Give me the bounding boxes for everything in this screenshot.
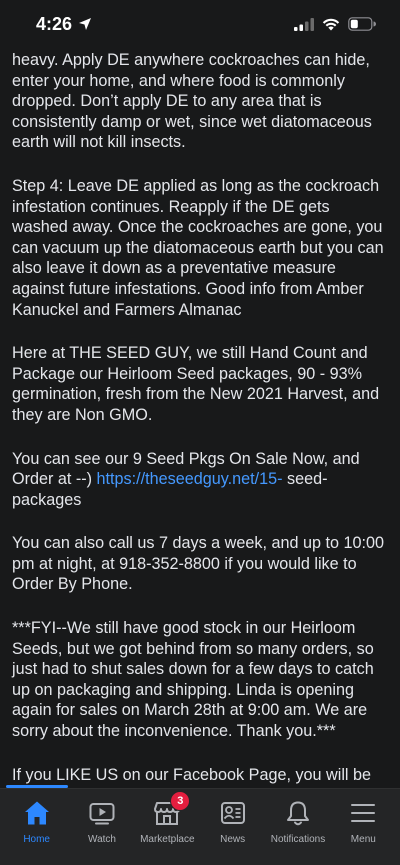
status-bar: 4:26 (0, 0, 400, 48)
post-paragraph: You can also call us 7 days a week, and … (12, 534, 389, 594)
menu-icon (348, 798, 378, 828)
seed-packages-link[interactable]: https://theseedguy.net/15- (97, 470, 283, 488)
marketplace-icon: 3 (152, 791, 191, 828)
post-paragraph: Step 4: Leave DE applied as long as the … (12, 176, 389, 319)
marketplace-badge: 3 (170, 791, 191, 811)
status-time-group: 4:26 (36, 14, 92, 35)
news-icon (218, 798, 248, 828)
order-paragraph: You can see our 9 Seed Pkgs On Sale Now,… (12, 449, 386, 511)
tab-label: Home (23, 834, 50, 845)
tab-label: Notifications (270, 834, 326, 845)
home-icon (22, 798, 52, 828)
tab-notifications[interactable]: Notifications (265, 789, 330, 865)
post-paragraph: Here at THE SEED GUY, we still Hand Coun… (12, 344, 384, 424)
tab-label: Menu (350, 834, 376, 845)
tab-watch[interactable]: Watch (69, 789, 134, 865)
location-arrow-icon (79, 18, 92, 30)
cellular-signal-icon (294, 17, 314, 31)
tab-label: Watch (88, 834, 116, 845)
post-body: heavy. Apply DE anywhere cockroaches can… (0, 48, 400, 788)
wifi-icon (322, 18, 340, 30)
tab-marketplace[interactable]: 3 Marketplace (135, 789, 200, 865)
status-icons (294, 17, 376, 31)
bell-icon (283, 798, 313, 828)
tab-news[interactable]: News (200, 789, 265, 865)
post-paragraph: If you LIKE US on our Facebook Page, you… (12, 765, 373, 788)
tab-label: Marketplace (140, 834, 195, 845)
status-time: 4:26 (36, 13, 73, 34)
tab-label: News (220, 834, 246, 845)
battery-icon (348, 17, 376, 31)
active-tab-indicator (6, 785, 68, 788)
post-paragraph: ***FYI--We still have good stock in our … (12, 619, 379, 741)
post-paragraph: heavy. Apply DE anywhere cockroaches can… (12, 51, 377, 152)
watch-icon (87, 798, 117, 828)
bottom-tab-bar: Home Watch 3 Marketplace News Notificati… (0, 785, 400, 865)
tab-menu[interactable]: Menu (331, 789, 396, 865)
tab-home[interactable]: Home (4, 785, 69, 865)
